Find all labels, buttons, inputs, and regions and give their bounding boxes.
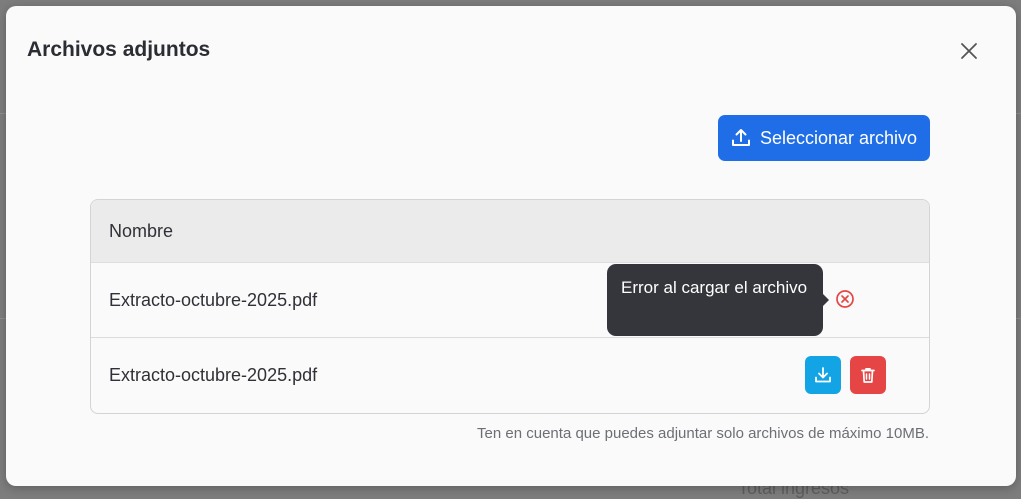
select-file-button[interactable]: Seleccionar archivo bbox=[718, 115, 930, 161]
download-button[interactable] bbox=[805, 356, 841, 394]
column-header-name: Nombre bbox=[109, 220, 174, 241]
error-circle-icon[interactable] bbox=[835, 289, 855, 309]
attachments-table: Nombre Extracto-octubre-2025.pdf Error a… bbox=[90, 199, 930, 414]
background-fragment bbox=[0, 348, 4, 362]
upload-icon bbox=[731, 129, 750, 146]
tooltip-arrow bbox=[823, 294, 829, 306]
close-icon bbox=[961, 43, 977, 59]
file-name: Extracto-octubre-2025.pdf bbox=[109, 289, 318, 310]
download-icon bbox=[815, 367, 831, 383]
error-tooltip: Error al cargar el archivo bbox=[607, 264, 823, 336]
trash-icon bbox=[861, 367, 875, 383]
table-row: Extracto-octubre-2025.pdf Error al carga… bbox=[91, 263, 929, 337]
close-button[interactable] bbox=[957, 39, 981, 63]
table-header: Nombre bbox=[91, 200, 929, 263]
file-name: Extracto-octubre-2025.pdf bbox=[109, 365, 318, 385]
select-file-label: Seleccionar archivo bbox=[759, 127, 918, 148]
size-limit-note: Ten en cuenta que puedes adjuntar solo a… bbox=[477, 425, 929, 442]
delete-button[interactable] bbox=[850, 356, 886, 394]
table-row: Extracto-octubre-2025.pdf bbox=[91, 337, 929, 413]
attachments-modal: Archivos adjuntos Seleccionar archivo No… bbox=[6, 6, 1016, 486]
modal-title: Archivos adjuntos bbox=[27, 38, 211, 61]
